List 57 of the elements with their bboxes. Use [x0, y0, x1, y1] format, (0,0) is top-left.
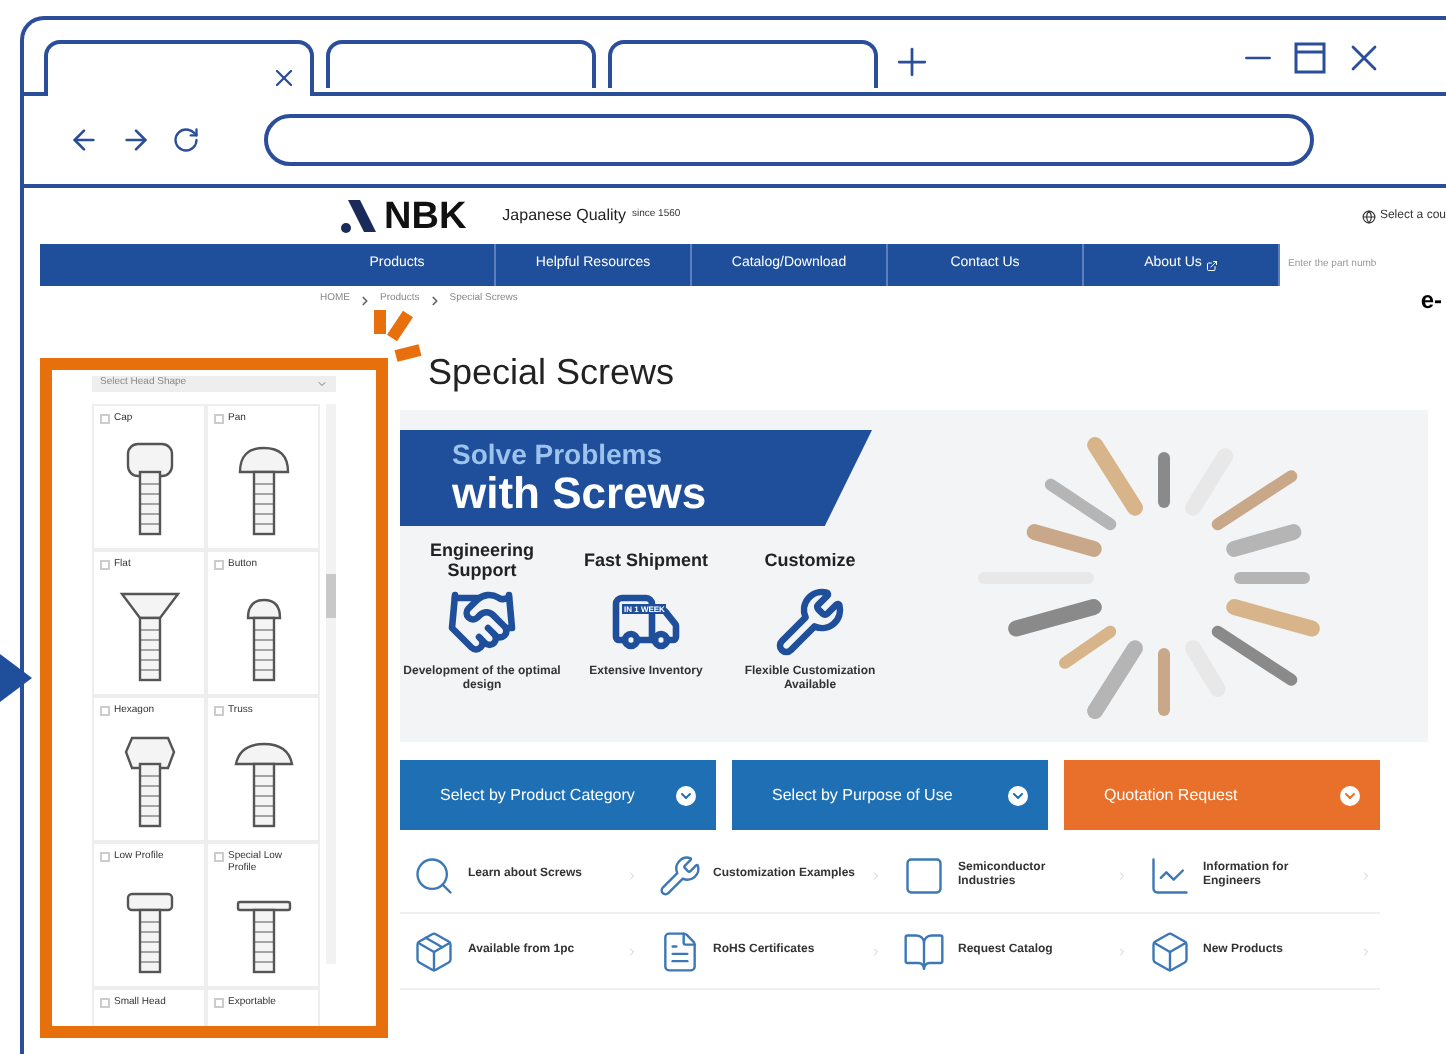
chevron-icon [1360, 945, 1372, 957]
chevron-icon [1115, 945, 1127, 957]
separator-icon [427, 293, 442, 307]
chevron-icon [870, 945, 882, 957]
resource-icon [657, 853, 701, 897]
chevron-icon [1115, 869, 1127, 881]
checkbox[interactable] [100, 705, 110, 715]
banner-title: with Screws [452, 470, 709, 516]
reload-icon[interactable] [172, 126, 200, 154]
feature-title: Customize [764, 548, 856, 574]
eshop-label[interactable]: e- [1420, 282, 1446, 318]
chevron-icon [1008, 785, 1028, 805]
banner-subtitle: Solve Problems [452, 440, 665, 470]
chevron-icon [625, 869, 637, 881]
back-icon[interactable] [68, 124, 100, 156]
checkbox[interactable] [214, 997, 225, 1007]
checkbox[interactable] [100, 559, 110, 569]
action-button[interactable]: Select by Purpose of Use [732, 760, 1048, 830]
page-title: Special Screws [426, 354, 675, 394]
resource-icon [902, 929, 946, 973]
logo-text: NBK [384, 197, 467, 235]
feature-icon [774, 586, 846, 658]
checkbox[interactable] [100, 997, 110, 1007]
checkbox[interactable] [100, 851, 110, 861]
resource-icon [412, 929, 456, 973]
browser-tab[interactable] [44, 40, 314, 96]
browser-tab[interactable] [608, 40, 878, 88]
action-button[interactable]: Select by Product Category [400, 760, 716, 830]
tagline: Japanese Quality [502, 204, 626, 228]
feature-title: Engineering Support [427, 538, 536, 582]
checkbox[interactable] [214, 851, 225, 861]
forward-icon[interactable] [120, 124, 152, 156]
checkbox[interactable] [214, 413, 225, 423]
resource-icon [1147, 853, 1191, 897]
chevron-icon [316, 377, 328, 390]
logo-icon [340, 198, 380, 234]
chevron-icon [625, 945, 637, 957]
scrollbar[interactable] [326, 403, 336, 963]
feature-icon [446, 586, 518, 658]
resource-icon [412, 853, 456, 897]
separator-icon [358, 293, 372, 307]
chevron-icon [676, 785, 696, 805]
resource-icon [902, 853, 946, 897]
checkbox[interactable] [100, 413, 110, 423]
feature-title: Fast Shipment [583, 548, 708, 574]
resource-icon [1147, 929, 1191, 973]
chevron-icon [1360, 869, 1372, 881]
chevron-icon [870, 869, 882, 881]
browser-tab[interactable] [326, 40, 596, 88]
maximize-icon[interactable] [1294, 42, 1326, 74]
checkbox[interactable] [214, 705, 225, 715]
chevron-icon [1340, 785, 1360, 805]
globe-icon [1361, 209, 1376, 223]
checkbox[interactable] [214, 559, 225, 569]
close-icon[interactable] [270, 64, 298, 92]
external-link-icon [1205, 259, 1218, 271]
address-bar[interactable] [264, 114, 1314, 166]
